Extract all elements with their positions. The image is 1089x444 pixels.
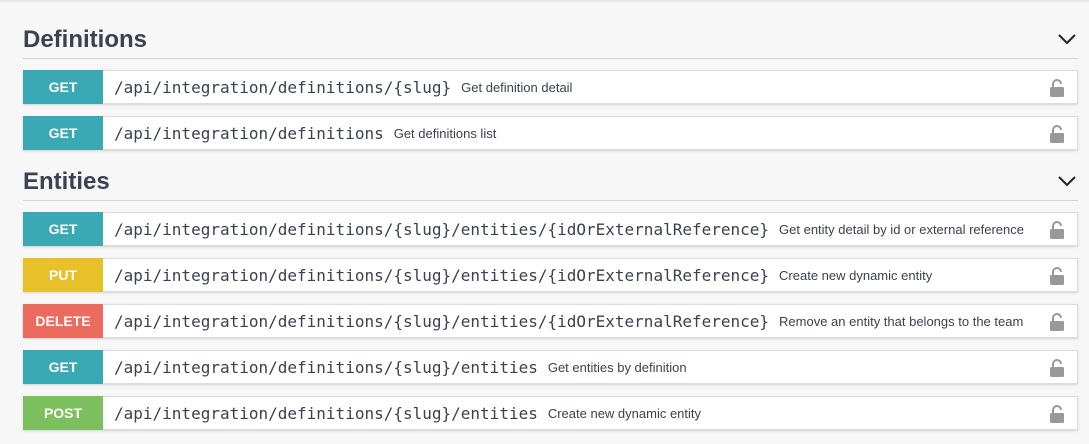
method-badge: POST xyxy=(23,396,103,430)
lock-icon[interactable] xyxy=(1049,124,1065,144)
chevron-down-icon[interactable] xyxy=(1054,172,1080,190)
operation-summary: Get entity detail by id or external refe… xyxy=(779,221,1024,237)
operation-path: /api/integration/definitions/{slug}/enti… xyxy=(114,311,770,331)
lock-icon[interactable] xyxy=(1049,358,1065,378)
section-header-definitions[interactable]: Definitions xyxy=(23,20,1078,59)
section-header-entities[interactable]: Entities xyxy=(23,162,1078,201)
operation-row[interactable]: GET /api/integration/definitions/{slug} … xyxy=(23,70,1078,104)
operation-summary: Create new dynamic entity xyxy=(779,267,933,283)
operation-path: /api/integration/definitions/{slug}/enti… xyxy=(114,403,538,423)
operation-row[interactable]: GET /api/integration/definitions/{slug}/… xyxy=(23,212,1078,246)
method-badge: GET xyxy=(23,116,103,150)
method-badge: PUT xyxy=(23,258,103,292)
section-title: Definitions xyxy=(23,26,147,53)
lock-icon[interactable] xyxy=(1049,266,1065,286)
operation-path: /api/integration/definitions/{slug}/enti… xyxy=(114,219,770,239)
operation-path: /api/integration/definitions/{slug} xyxy=(114,77,452,97)
operation-summary: Get entities by definition xyxy=(547,359,687,375)
lock-icon[interactable] xyxy=(1049,78,1065,98)
operation-row[interactable]: DELETE /api/integration/definitions/{slu… xyxy=(23,304,1078,338)
operation-row[interactable]: GET /api/integration/definitions Get def… xyxy=(23,116,1078,150)
lock-icon[interactable] xyxy=(1049,220,1065,240)
top-divider xyxy=(0,0,1089,2)
operation-row[interactable]: POST /api/integration/definitions/{slug}… xyxy=(23,396,1078,430)
operation-path: /api/integration/definitions/{slug}/enti… xyxy=(114,265,770,285)
operation-row[interactable]: PUT /api/integration/definitions/{slug}/… xyxy=(23,258,1078,292)
operation-summary: Get definition detail xyxy=(461,79,573,95)
operation-row[interactable]: GET /api/integration/definitions/{slug}/… xyxy=(23,350,1078,384)
chevron-down-icon[interactable] xyxy=(1054,30,1080,48)
operation-summary: Get definitions list xyxy=(393,125,497,141)
section-entities: Entities xyxy=(23,162,1078,201)
lock-icon[interactable] xyxy=(1049,312,1065,332)
operation-summary: Create new dynamic entity xyxy=(547,405,702,421)
method-badge: GET xyxy=(23,350,103,384)
operation-path: /api/integration/definitions xyxy=(114,123,384,143)
method-badge: GET xyxy=(23,70,103,104)
method-badge: GET xyxy=(23,212,103,246)
section-title: Entities xyxy=(23,168,110,195)
method-badge: DELETE xyxy=(23,304,103,338)
operation-summary: Remove an entity that belongs to the tea… xyxy=(779,313,1024,329)
lock-icon[interactable] xyxy=(1049,404,1065,424)
section-definitions: Definitions xyxy=(23,20,1078,59)
operation-path: /api/integration/definitions/{slug}/enti… xyxy=(114,357,538,377)
